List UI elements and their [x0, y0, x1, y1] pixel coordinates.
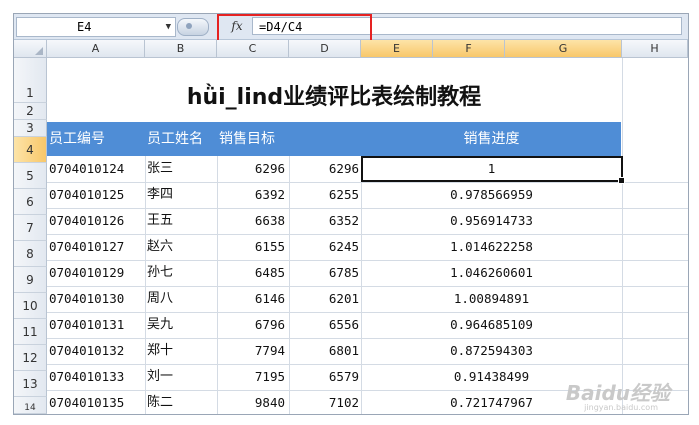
cell-sales-target[interactable]: 7195	[219, 364, 285, 388]
cell-emp-id[interactable]: 0704010124	[49, 156, 144, 180]
cell-grid[interactable]: hǜi_lind业绩评比表绘制教程 员工编号 员工姓名 销售目标 销售进度 07…	[47, 58, 688, 414]
spreadsheet-window: E4 ▼ fx =D4/C4 A B C D E F G H 1 2 3 4 5…	[13, 13, 689, 415]
cell-emp-name[interactable]: 李四	[147, 182, 215, 206]
cell-sales-progress[interactable]: 0.964685109	[363, 312, 620, 336]
cell-emp-name[interactable]: 吴九	[147, 312, 215, 336]
cell-sales-progress[interactable]: 1.00894891	[363, 286, 620, 310]
cell-sales-actual[interactable]: 7102	[291, 390, 359, 414]
column-header-h[interactable]: H	[622, 40, 688, 58]
row-header-8[interactable]: 8	[14, 241, 47, 267]
row-header-2[interactable]: 2	[14, 103, 47, 120]
row-header-12[interactable]: 12	[14, 345, 47, 371]
cell-sales-progress[interactable]: 1.046260601	[363, 260, 620, 284]
cell-emp-name[interactable]: 刘一	[147, 364, 215, 388]
watermark-logo: Baidu经验	[565, 381, 670, 405]
column-header-d[interactable]: D	[289, 40, 361, 58]
column-header-b[interactable]: B	[145, 40, 217, 58]
cell-emp-name[interactable]: 王五	[147, 208, 215, 232]
row-header-4[interactable]: 4	[14, 137, 47, 163]
chevron-down-icon[interactable]: ▼	[166, 18, 171, 36]
cell-emp-id[interactable]: 0704010127	[49, 234, 144, 258]
header-sales-progress[interactable]: 销售进度	[361, 122, 622, 156]
name-box[interactable]: E4 ▼	[16, 17, 176, 37]
cell-emp-name[interactable]: 孙七	[147, 260, 215, 284]
cell-sales-progress[interactable]: 0.956914733	[363, 208, 620, 232]
cell-emp-id[interactable]: 0704010126	[49, 208, 144, 232]
cell-emp-id[interactable]: 0704010133	[49, 364, 144, 388]
cell-sales-progress[interactable]: 0.978566959	[363, 182, 620, 206]
cell-sales-actual[interactable]: 6579	[291, 364, 359, 388]
row-header-7[interactable]: 7	[14, 215, 47, 241]
row-header-9[interactable]: 9	[14, 267, 47, 293]
cell-sales-target[interactable]: 6796	[219, 312, 285, 336]
cell-sales-actual[interactable]: 6556	[291, 312, 359, 336]
cell-sales-target[interactable]: 7794	[219, 338, 285, 362]
cell-sales-actual[interactable]: 6255	[291, 182, 359, 206]
cell-sales-target[interactable]: 6146	[219, 286, 285, 310]
cell-sales-actual[interactable]: 6352	[291, 208, 359, 232]
row-header-11[interactable]: 11	[14, 319, 47, 345]
formula-input[interactable]: =D4/C4	[252, 17, 682, 35]
column-header-f[interactable]: F	[433, 40, 505, 58]
active-cell-e4[interactable]	[361, 156, 625, 184]
cell-emp-name[interactable]: 赵六	[147, 234, 215, 258]
cell-sales-target[interactable]: 6485	[219, 260, 285, 284]
header-emp-name[interactable]: 员工姓名	[147, 122, 203, 156]
column-header-a[interactable]: A	[47, 40, 145, 58]
row-header-1[interactable]: 1	[14, 58, 47, 103]
cell-emp-id[interactable]: 0704010129	[49, 260, 144, 284]
cell-sales-target[interactable]: 6638	[219, 208, 285, 232]
cell-emp-name[interactable]: 周八	[147, 286, 215, 310]
sheet-title[interactable]: hǜi_lind业绩评比表绘制教程	[47, 58, 621, 122]
row-header-13[interactable]: 13	[14, 371, 47, 397]
cell-emp-id[interactable]: 0704010130	[49, 286, 144, 310]
handle-dot-icon	[186, 23, 192, 29]
name-box-value: E4	[77, 20, 92, 34]
cell-emp-name[interactable]: 张三	[147, 156, 215, 180]
cell-sales-actual[interactable]: 6785	[291, 260, 359, 284]
cell-emp-id[interactable]: 0704010135	[49, 390, 144, 414]
select-all-corner[interactable]	[14, 40, 47, 58]
watermark-url: jingyan.baidu.com	[584, 403, 658, 412]
row-header-6[interactable]: 6	[14, 189, 47, 215]
column-header-e[interactable]: E	[361, 40, 433, 58]
cell-sales-actual[interactable]: 6245	[291, 234, 359, 258]
formula-bar: E4 ▼ fx =D4/C4	[14, 14, 688, 40]
header-sales-target[interactable]: 销售目标	[219, 122, 275, 156]
cell-sales-progress[interactable]: 1.014622258	[363, 234, 620, 258]
cell-emp-name[interactable]: 郑十	[147, 338, 215, 362]
row-header-14[interactable]: 14	[14, 397, 47, 414]
cell-sales-progress[interactable]: 0.872594303	[363, 338, 620, 362]
cell-sales-actual[interactable]: 6296	[291, 156, 359, 180]
triangle-icon	[35, 47, 43, 55]
header-emp-id[interactable]: 员工编号	[49, 122, 105, 156]
column-header-g[interactable]: G	[505, 40, 622, 58]
cell-sales-actual[interactable]: 6201	[291, 286, 359, 310]
cell-emp-id[interactable]: 0704010125	[49, 182, 144, 206]
row-header-3[interactable]: 3	[14, 120, 47, 137]
gridline	[622, 58, 623, 414]
cell-sales-target[interactable]: 6155	[219, 234, 285, 258]
column-header-c[interactable]: C	[217, 40, 289, 58]
formula-bar-resize-handle[interactable]	[177, 18, 209, 36]
cell-emp-name[interactable]: 陈二	[147, 390, 215, 414]
cell-sales-target[interactable]: 6392	[219, 182, 285, 206]
cell-emp-id[interactable]: 0704010131	[49, 312, 144, 336]
cell-emp-id[interactable]: 0704010132	[49, 338, 144, 362]
cell-sales-target[interactable]: 6296	[219, 156, 285, 180]
cell-sales-actual[interactable]: 6801	[291, 338, 359, 362]
row-header-5[interactable]: 5	[14, 163, 47, 189]
insert-function-icon[interactable]: fx	[224, 17, 250, 35]
row-header-10[interactable]: 10	[14, 293, 47, 319]
cell-sales-target[interactable]: 9840	[219, 390, 285, 414]
fill-handle[interactable]	[618, 177, 625, 184]
